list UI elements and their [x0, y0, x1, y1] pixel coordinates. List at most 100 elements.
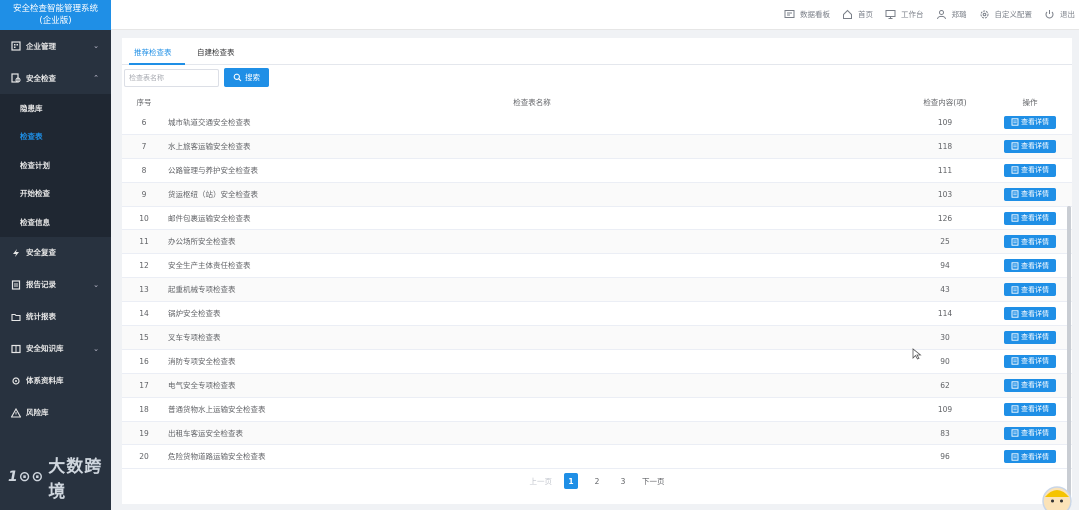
- cell-name: 危险货物道路运输安全检查表: [168, 452, 266, 462]
- header-button-label: 退出: [1060, 10, 1075, 19]
- pagination-page-1[interactable]: 1: [564, 473, 578, 489]
- view-detail-button[interactable]: 查看详情: [1004, 211, 1056, 225]
- chevron-down-icon: ⌄: [93, 42, 99, 50]
- header-count: 检查内容(项): [923, 98, 967, 107]
- cell-count: 126: [937, 213, 953, 223]
- header-workbench-button[interactable]: 工作台: [885, 9, 924, 20]
- tab-self-built[interactable]: 自建检查表: [197, 47, 235, 58]
- cell-count: 111: [937, 165, 953, 175]
- pagination-page-2[interactable]: 2: [590, 473, 604, 489]
- pagination-next-button[interactable]: 下一页: [642, 473, 665, 489]
- chevron-down-icon: ⌄: [93, 344, 99, 353]
- header-home-button[interactable]: 首页: [842, 9, 873, 20]
- view-detail-button[interactable]: 查看详情: [1004, 378, 1056, 392]
- sidebar-item-label: 风险库: [26, 408, 49, 417]
- sidebar-subitem-hazard-library[interactable]: 隐患库: [0, 94, 111, 123]
- search-input[interactable]: [124, 69, 219, 87]
- cell-no: 7: [141, 141, 147, 151]
- pagination-page-3[interactable]: 3: [616, 473, 630, 489]
- view-detail-button[interactable]: 查看详情: [1004, 450, 1056, 464]
- header-dashboard-button[interactable]: 数据看板: [784, 9, 830, 20]
- cell-count: 90: [940, 356, 950, 366]
- building-icon: [10, 41, 21, 52]
- view-detail-button[interactable]: 查看详情: [1004, 163, 1056, 177]
- cell-count: 43: [940, 285, 950, 295]
- watermark-text: 大数跨境: [48, 457, 103, 502]
- cell-no: 8: [141, 165, 147, 175]
- pagination-prev-button[interactable]: 上一页: [530, 473, 553, 489]
- cell-op: 查看详情: [1000, 111, 1060, 134]
- tab-recommended[interactable]: 推荐检查表: [134, 47, 172, 58]
- view-detail-button[interactable]: 查看详情: [1004, 235, 1056, 249]
- search-button[interactable]: 搜索: [224, 68, 269, 87]
- user-icon: [936, 9, 947, 20]
- sidebar-item-knowledge-base[interactable]: 安全知识库 ⌄: [0, 333, 111, 365]
- view-detail-label: 查看详情: [1021, 333, 1049, 342]
- sidebar-subitem-start-check[interactable]: 开始检查: [0, 179, 111, 208]
- sidebar-item-label: 安全复查: [26, 248, 56, 257]
- view-detail-button[interactable]: 查看详情: [1004, 139, 1056, 153]
- header-settings-button[interactable]: 自定义配置: [979, 9, 1032, 20]
- header-user-button[interactable]: 郑璐: [936, 9, 967, 20]
- sidebar-subitem-check-plan[interactable]: 检查计划: [0, 151, 111, 180]
- document-icon: [1011, 381, 1019, 389]
- table-row: 14 锅炉安全检查表 114 查看详情: [122, 302, 1072, 327]
- system-icon: [10, 375, 21, 386]
- view-detail-button[interactable]: 查看详情: [1004, 426, 1056, 440]
- view-detail-button[interactable]: 查看详情: [1004, 402, 1056, 416]
- view-detail-button[interactable]: 查看详情: [1004, 283, 1056, 297]
- document-icon: [1011, 429, 1019, 437]
- book-icon: [10, 343, 21, 354]
- watermark-logo: 1⊙⊙ 大数跨境: [8, 452, 111, 502]
- sidebar-item-system-docs[interactable]: 体系资料库: [0, 365, 111, 397]
- view-detail-label: 查看详情: [1021, 214, 1049, 222]
- view-detail-button[interactable]: 查看详情: [1004, 330, 1056, 344]
- header-button-label: 首页: [858, 10, 873, 19]
- dashboard-icon: [784, 9, 795, 20]
- document-icon: [1011, 166, 1019, 174]
- cell-name: 普通货物水上运输安全检查表: [168, 404, 266, 414]
- table-body: 6 城市轨道交通安全检查表 109 查看详情 7 水上旅客运输安全检查表 118 查看详情 8 公…: [122, 111, 1072, 470]
- sidebar-item-risk-library[interactable]: 风险库: [0, 397, 111, 429]
- view-detail-button[interactable]: 查看详情: [1004, 259, 1056, 273]
- view-detail-label: 查看详情: [1021, 452, 1049, 461]
- document-icon: [1011, 286, 1019, 294]
- cell-op: 查看详情: [1000, 350, 1060, 373]
- view-detail-button[interactable]: 查看详情: [1004, 115, 1056, 129]
- cell-count: 109: [937, 117, 953, 127]
- sidebar-item-safety-review[interactable]: 安全复查: [0, 237, 111, 269]
- sidebar-subitem-checklist[interactable]: 检查表: [0, 122, 111, 151]
- view-detail-label: 查看详情: [1021, 261, 1049, 270]
- cell-count: 25: [940, 237, 950, 247]
- table-scrollbar[interactable]: [1067, 206, 1071, 498]
- view-detail-label: 查看详情: [1021, 166, 1049, 175]
- sidebar-item-report-records[interactable]: 报告记录 ⌄: [0, 269, 111, 301]
- cell-name: 水上旅客运输安全检查表: [168, 141, 251, 151]
- mascot-helper-icon[interactable]: [1040, 484, 1074, 510]
- cell-name: 邮件包裹运输安全检查表: [168, 213, 251, 223]
- cell-no: 15: [139, 332, 149, 342]
- cell-op: 查看详情: [1000, 326, 1060, 349]
- app-title-line2: (企业版): [39, 16, 72, 26]
- document-icon: [1011, 262, 1019, 270]
- cell-op: 查看详情: [1000, 207, 1060, 230]
- view-detail-label: 查看详情: [1021, 142, 1049, 151]
- watermark-mark: 1⊙⊙: [8, 469, 45, 485]
- chevron-up-icon: ⌃: [93, 74, 99, 82]
- header-logout-button[interactable]: 退出: [1044, 9, 1075, 20]
- sidebar-subitem-check-info[interactable]: 检查信息: [0, 208, 111, 237]
- sidebar-item-statistics[interactable]: 统计报表: [0, 301, 111, 333]
- chevron-down-icon: ⌄: [93, 280, 99, 289]
- sidebar-item-safety-check[interactable]: 安全检查 ⌃: [0, 62, 111, 94]
- cell-name: 公路管理与养护安全检查表: [168, 165, 258, 175]
- sidebar: 安全检查智能管理系统 (企业版) 企业管理 ⌄ 安全检查 ⌃ 隐患库 检查表 检…: [0, 0, 111, 510]
- checklist-panel: 推荐检查表 自建检查表 搜索 序号 检查表名称 检查内容(项) 操作 6 城市轨道…: [122, 38, 1072, 504]
- warning-icon: [10, 407, 21, 418]
- cell-no: 6: [141, 117, 147, 127]
- sidebar-item-enterprise[interactable]: 企业管理 ⌄: [0, 30, 111, 62]
- view-detail-button[interactable]: 查看详情: [1004, 307, 1056, 321]
- view-detail-button[interactable]: 查看详情: [1004, 187, 1056, 201]
- cell-op: 查看详情: [1000, 374, 1060, 397]
- mouse-cursor-icon: [912, 348, 922, 360]
- view-detail-button[interactable]: 查看详情: [1004, 354, 1056, 368]
